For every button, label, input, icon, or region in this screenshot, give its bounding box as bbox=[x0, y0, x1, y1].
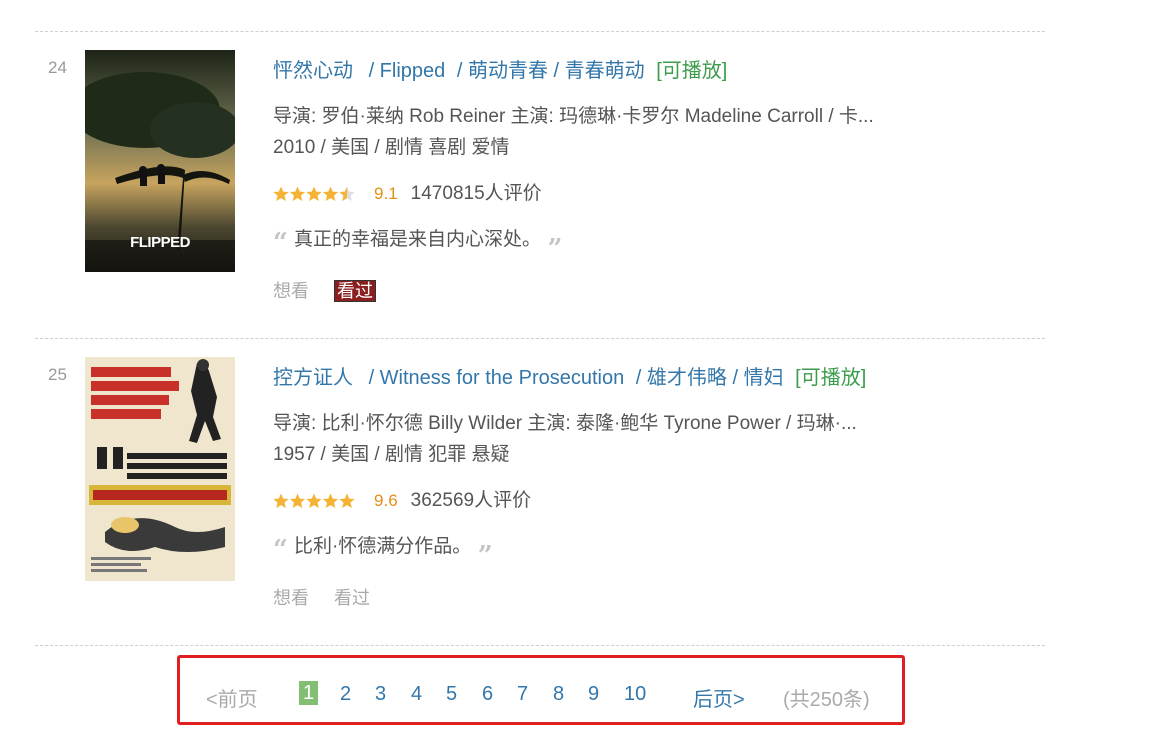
playable-link[interactable]: [可播放] bbox=[656, 60, 727, 82]
close-quote-icon: ” bbox=[547, 234, 563, 264]
title-other[interactable]: / 雄才伟略 / 情妇 bbox=[636, 367, 784, 389]
open-quote-icon: “ bbox=[273, 228, 288, 258]
title-cn[interactable]: 控方证人 bbox=[273, 367, 353, 389]
movie-item: 24 FLIPPED 怦然心动 / Flipped / 萌动青春 / 青春萌动 … bbox=[35, 32, 1045, 332]
rating-score: 9.6 bbox=[374, 491, 398, 510]
page-4[interactable]: 4 bbox=[411, 683, 422, 706]
total-count: (共250条) bbox=[783, 689, 870, 711]
want-to-watch-button[interactable]: 想看 bbox=[273, 588, 309, 608]
watched-button[interactable]: 看过 bbox=[334, 588, 370, 608]
page-8[interactable]: 8 bbox=[553, 683, 564, 706]
star-rating-icon bbox=[273, 186, 355, 202]
movie-poster[interactable]: FLIPPED bbox=[85, 50, 235, 272]
movie-quote: “真正的幸福是来自内心深处。 ” bbox=[273, 224, 562, 264]
star-rating-icon bbox=[273, 493, 355, 509]
playable-link[interactable]: [可播放] bbox=[795, 367, 866, 389]
page-7[interactable]: 7 bbox=[517, 683, 528, 706]
rating-score: 9.1 bbox=[374, 184, 398, 203]
movie-quote: “比利·怀德满分作品。 ” bbox=[273, 531, 493, 571]
divider bbox=[35, 645, 1045, 646]
movie-rank: 24 bbox=[48, 58, 67, 77]
movie-poster[interactable] bbox=[85, 357, 235, 581]
quote-text: 真正的幸福是来自内心深处。 bbox=[293, 229, 532, 250]
title-en[interactable]: / Flipped bbox=[369, 60, 446, 82]
movie-rating: 9.1 1470815人评价 bbox=[273, 178, 542, 205]
movie-item: 25 控方证人 / Witness for the Prosecution / … bbox=[35, 339, 1045, 639]
poster-caption: FLIPPED bbox=[130, 234, 190, 251]
quote-text: 比利·怀德满分作品。 bbox=[293, 536, 462, 557]
next-page-button[interactable]: 后页> bbox=[693, 683, 745, 712]
movie-rating: 9.6 362569人评价 bbox=[273, 485, 531, 512]
movie-info: 1957 / 美国 / 剧情 犯罪 悬疑 bbox=[273, 444, 510, 465]
movie-info: 2010 / 美国 / 剧情 喜剧 爱情 bbox=[273, 137, 510, 158]
title-other[interactable]: / 萌动青春 / 青春萌动 bbox=[457, 60, 645, 82]
poster-image bbox=[85, 357, 235, 581]
rating-votes: 362569人评价 bbox=[410, 490, 532, 511]
want-to-watch-button[interactable]: 想看 bbox=[273, 281, 309, 301]
title-en[interactable]: / Witness for the Prosecution bbox=[369, 367, 625, 389]
movie-rank: 25 bbox=[48, 365, 67, 384]
close-quote-icon: ” bbox=[477, 541, 493, 571]
page-3[interactable]: 3 bbox=[375, 683, 386, 706]
page-5[interactable]: 5 bbox=[446, 683, 457, 706]
page-1: 1 bbox=[299, 681, 319, 705]
movie-title[interactable]: 怦然心动 / Flipped / 萌动青春 / 青春萌动 [可播放] bbox=[273, 54, 727, 83]
page-9[interactable]: 9 bbox=[588, 683, 599, 706]
movie-title[interactable]: 控方证人 / Witness for the Prosecution / 雄才伟… bbox=[273, 361, 866, 390]
page-10[interactable]: 10 bbox=[624, 683, 646, 706]
paginator: <前页 1 2 3 4 5 6 7 8 9 10 后页> (共250条) bbox=[177, 655, 905, 725]
title-cn[interactable]: 怦然心动 bbox=[273, 60, 353, 82]
movie-credits: 导演: 罗伯·莱纳 Rob Reiner 主演: 玛德琳·卡罗尔 Madelin… bbox=[273, 106, 874, 127]
rating-votes: 1470815人评价 bbox=[410, 183, 542, 204]
open-quote-icon: “ bbox=[273, 535, 288, 565]
page-2[interactable]: 2 bbox=[340, 683, 351, 706]
prev-page-button: <前页 bbox=[206, 689, 258, 711]
watched-button[interactable]: 看过 bbox=[334, 280, 377, 302]
movie-credits: 导演: 比利·怀尔德 Billy Wilder 主演: 泰隆·鲍华 Tyrone… bbox=[273, 413, 857, 434]
movie-actions: 想看 看过 bbox=[273, 584, 390, 610]
page-6[interactable]: 6 bbox=[482, 683, 493, 706]
movie-actions: 想看 看过 bbox=[273, 277, 396, 303]
